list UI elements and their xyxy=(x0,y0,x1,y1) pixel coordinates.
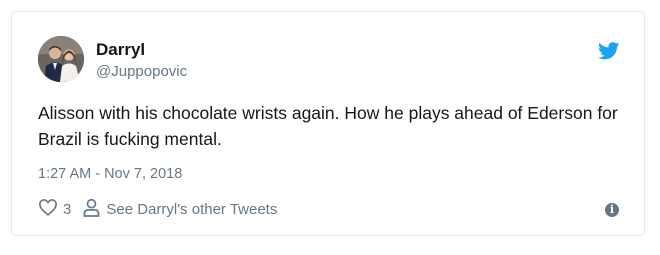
see-other-tweets-link[interactable]: See Darryl's other Tweets xyxy=(83,198,277,221)
author-handle[interactable]: @Juppopovic xyxy=(96,62,187,82)
twitter-bird-icon[interactable] xyxy=(598,42,620,60)
like-count: 3 xyxy=(63,200,72,218)
heart-icon xyxy=(38,198,63,220)
tweet-card: Darryl @Juppopovic Alisson with his choc… xyxy=(11,11,645,236)
like-button[interactable]: 3 xyxy=(38,198,83,220)
author-avatar[interactable] xyxy=(38,36,84,82)
person-icon xyxy=(83,198,106,221)
author-name[interactable]: Darryl xyxy=(96,40,145,60)
tweet-timestamp[interactable]: 1:27 AM - Nov 7, 2018 xyxy=(38,164,182,184)
tweet-actions: 3 See Darryl's other Tweets xyxy=(38,198,277,220)
tweet-text: Alisson with his chocolate wrists again.… xyxy=(38,103,618,149)
info-icon[interactable]: i xyxy=(605,203,619,217)
see-other-tweets-label: See Darryl's other Tweets xyxy=(106,200,278,218)
